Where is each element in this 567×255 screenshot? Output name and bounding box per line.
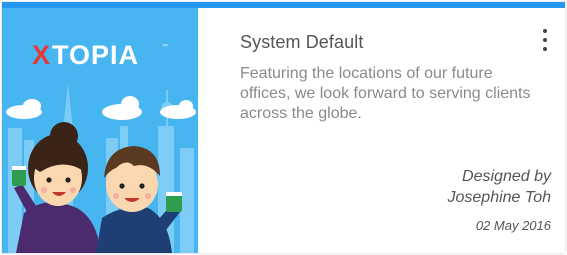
designed-by-label: Designed by — [462, 168, 551, 185]
logo-x-mark: X — [32, 40, 50, 70]
theme-description: Featuring the locations of our future of… — [240, 65, 531, 122]
designer-name: Josephine Toh — [447, 189, 552, 206]
kebab-dot — [543, 38, 547, 42]
more-vertical-icon[interactable] — [539, 28, 551, 52]
logo-wordmark: TOPIA — [52, 40, 139, 70]
logo-trademark: ™ — [162, 43, 168, 50]
card-content: System Default Featuring the locations o… — [198, 8, 565, 253]
theme-thumbnail[interactable]: X TOPIA ™ — [2, 8, 198, 253]
kebab-dot — [543, 47, 547, 51]
kebab-dot — [543, 29, 547, 33]
xtopia-illustration: X TOPIA ™ — [2, 8, 198, 253]
designer-credit: Designed by Josephine Toh — [448, 166, 552, 208]
theme-date: 02 May 2016 — [475, 218, 551, 233]
theme-card[interactable]: X TOPIA ™ System Default Featuring the l… — [2, 2, 565, 253]
theme-title: System Default — [240, 32, 364, 52]
